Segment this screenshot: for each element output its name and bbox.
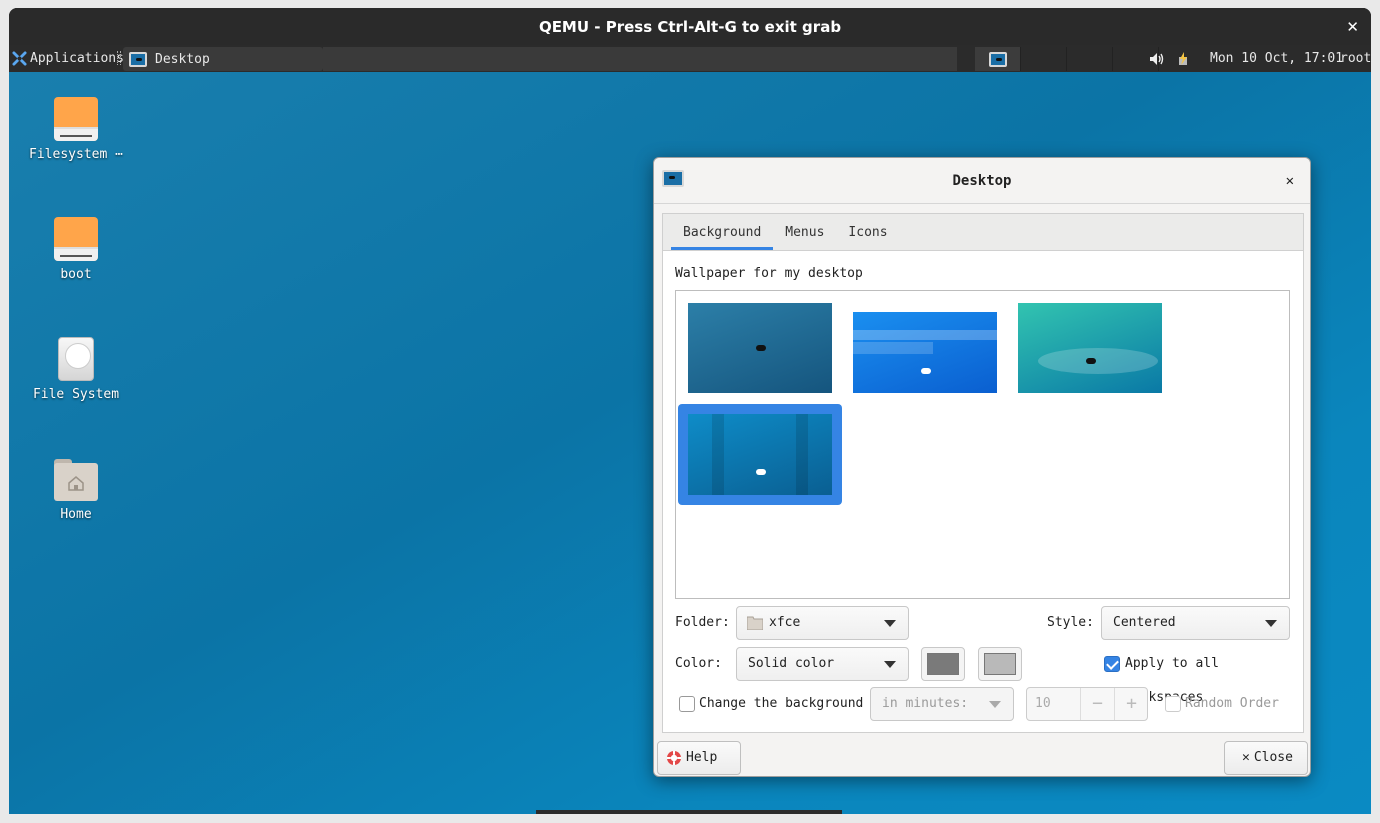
primary-color-swatch	[927, 653, 959, 675]
primary-color-button[interactable]	[921, 647, 965, 681]
interval-unit-select[interactable]: in minutes:	[870, 687, 1014, 721]
color-label: Color:	[675, 656, 722, 671]
folder-style-row: Folder: xfce Style: Centered	[675, 606, 1290, 640]
apply-all-workspaces-checkbox[interactable]	[1104, 656, 1120, 672]
qemu-window: QEMU - Press Ctrl-Alt-G to exit grab ✕ A…	[9, 8, 1371, 814]
tab-menus[interactable]: Menus	[773, 214, 836, 250]
desktop-icon-file-system[interactable]: File System	[16, 337, 136, 402]
system-tray	[1149, 45, 1191, 72]
workspace-switcher	[975, 47, 1159, 71]
color-mode-select[interactable]: Solid color	[736, 647, 909, 681]
task-label: Desktop	[155, 51, 210, 67]
wallpaper-thumbnail-1[interactable]	[688, 303, 832, 393]
desktop-icon-label: Home	[60, 507, 92, 522]
folder-select[interactable]: xfce	[736, 606, 909, 640]
close-label: Close	[1253, 750, 1293, 765]
folder-label: Folder:	[675, 615, 730, 630]
desktop-icon-filesystem-volume[interactable]: Filesystem ⋯	[16, 97, 136, 162]
interval-unit-value: in minutes:	[882, 696, 969, 711]
folder-value: xfce	[769, 615, 801, 630]
tasklist-area	[323, 47, 957, 71]
drive-icon	[54, 97, 98, 141]
decrement-icon[interactable]: −	[1080, 688, 1114, 720]
desktop-icon-label: boot	[60, 267, 92, 282]
settings-notebook: Background Menus Icons Wallpaper for my …	[662, 213, 1304, 733]
close-icon: ✕	[1242, 750, 1250, 765]
random-order-label: Random Order	[1185, 696, 1279, 711]
tab-background[interactable]: Background	[671, 214, 774, 250]
workspace-3[interactable]	[1067, 47, 1113, 71]
change-background-row: Change the background in minutes: 10 − +…	[675, 687, 1290, 721]
tasklist-item-desktop[interactable]: Desktop	[123, 47, 323, 71]
tab-bar: Background Menus Icons	[663, 214, 1303, 251]
help-icon	[667, 751, 681, 765]
qemu-title: QEMU - Press Ctrl-Alt-G to exit grab	[538, 18, 842, 36]
secondary-color-swatch	[984, 653, 1016, 675]
top-panel: Applications Desktop Mon 10 Oct, 17:01 r…	[9, 45, 1371, 72]
desktop-icon-label: File System	[32, 387, 120, 402]
home-folder-icon	[54, 457, 98, 501]
qemu-titlebar: QEMU - Press Ctrl-Alt-G to exit grab ✕	[9, 8, 1371, 45]
increment-icon[interactable]: +	[1114, 688, 1148, 720]
workspace-window-icon	[988, 51, 1007, 67]
chevron-down-icon	[989, 701, 1001, 708]
color-mode-value: Solid color	[748, 656, 835, 671]
wallpaper-grid	[675, 290, 1290, 599]
secondary-color-button[interactable]	[978, 647, 1022, 681]
change-background-label: Change the background	[699, 696, 864, 711]
desktop-settings-icon	[129, 51, 147, 67]
bottom-dock	[536, 810, 842, 814]
color-row: Color: Solid color Apply to all workspac…	[675, 647, 1290, 705]
chevron-down-icon	[1265, 620, 1277, 627]
desktop-icon-home[interactable]: Home	[16, 457, 136, 522]
panel-separator	[117, 51, 121, 65]
chevron-down-icon	[884, 661, 896, 668]
applications-menu-button[interactable]: Applications	[12, 45, 130, 72]
power-manager-icon[interactable]	[1175, 51, 1191, 67]
volume-icon[interactable]	[1149, 51, 1165, 67]
style-value: Centered	[1113, 615, 1176, 630]
tab-icons[interactable]: Icons	[836, 214, 899, 250]
panel-user[interactable]: root	[1340, 45, 1371, 73]
help-button[interactable]: Help	[657, 741, 741, 775]
wallpaper-thumbnail-4[interactable]	[688, 414, 832, 495]
dialog-title: Desktop	[952, 173, 1012, 189]
close-button[interactable]: ✕ Close	[1224, 741, 1308, 775]
style-select[interactable]: Centered	[1101, 606, 1290, 640]
panel-clock[interactable]: Mon 10 Oct, 17:01	[1210, 45, 1343, 73]
change-background-checkbox[interactable]	[679, 696, 695, 712]
harddisk-icon	[58, 337, 94, 381]
folder-icon	[747, 616, 763, 630]
desktop-icon-boot[interactable]: boot	[16, 217, 136, 282]
workspace-1[interactable]	[975, 47, 1021, 71]
random-order-checkbox[interactable]	[1165, 696, 1181, 712]
wallpaper-thumbnail-2[interactable]	[853, 312, 997, 393]
interval-spinbutton[interactable]: 10 − +	[1026, 687, 1148, 721]
help-label: Help	[686, 750, 718, 765]
drive-icon	[54, 217, 98, 261]
interval-value[interactable]: 10	[1035, 688, 1051, 720]
dialog-titlebar[interactable]: Desktop ✕	[654, 158, 1310, 204]
workspace-2[interactable]	[1021, 47, 1067, 71]
chevron-down-icon	[884, 620, 896, 627]
desktop-settings-dialog: Desktop ✕ Background Menus Icons Wallpap…	[653, 157, 1311, 777]
guest-desktop: Applications Desktop Mon 10 Oct, 17:01 r…	[9, 45, 1371, 814]
wallpaper-section-label: Wallpaper for my desktop	[675, 266, 863, 281]
xfce-logo-icon	[12, 51, 27, 66]
dialog-close-icon[interactable]: ✕	[1286, 158, 1294, 204]
wallpaper-thumbnail-3[interactable]	[1018, 303, 1162, 393]
applications-label: Applications	[30, 51, 124, 66]
style-label: Style:	[1047, 615, 1094, 630]
qemu-close-button[interactable]: ✕	[1346, 8, 1359, 46]
desktop-icon-label: Filesystem ⋯	[29, 147, 123, 162]
